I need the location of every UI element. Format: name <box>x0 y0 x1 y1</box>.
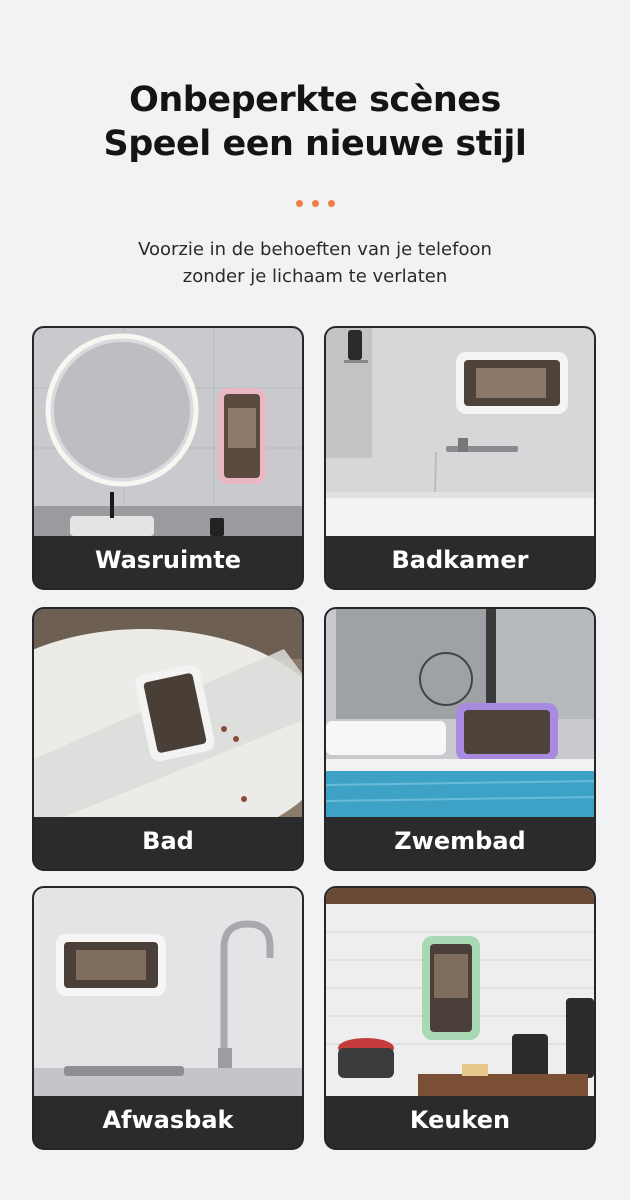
scene-card-afwasbak: Afwasbak <box>32 886 304 1150</box>
page-title: Onbeperkte scènes Speel een nieuwe stijl <box>0 78 630 166</box>
scene-photo-wasruimte <box>34 328 302 536</box>
scene-label: Zwembad <box>394 827 526 855</box>
decorative-dots <box>0 200 630 207</box>
dot-icon <box>311 200 319 207</box>
scene-photo-badkamer <box>326 328 594 536</box>
scene-photo-afwasbak <box>34 888 302 1096</box>
scene-card-wasruimte: Wasruimte <box>32 326 304 590</box>
page-subtitle: Voorzie in de behoeften van je telefoon … <box>0 236 630 290</box>
title-line-1: Onbeperkte scènes <box>129 80 501 120</box>
scene-label: Wasruimte <box>94 546 241 574</box>
scene-label: Bad <box>142 827 194 855</box>
scene-photo-zwembad <box>326 609 594 817</box>
scene-card-bad: Bad <box>32 607 304 871</box>
dot-icon <box>327 200 335 207</box>
scene-label: Keuken <box>409 1106 511 1134</box>
dot-icon <box>295 200 303 207</box>
scene-photo-keuken <box>326 888 594 1096</box>
title-line-2: Speel een nieuwe stijl <box>103 124 527 164</box>
scene-card-badkamer: Badkamer <box>324 326 596 590</box>
scene-card-keuken: Keuken <box>324 886 596 1150</box>
scene-card-zwembad: Zwembad <box>324 607 596 871</box>
subtitle-line-1: Voorzie in de behoeften van je telefoon <box>138 239 492 260</box>
scene-photo-bad <box>34 609 302 817</box>
scene-label: Afwasbak <box>102 1106 234 1134</box>
subtitle-line-2: zonder je lichaam te verlaten <box>182 266 448 287</box>
scene-label: Badkamer <box>391 546 529 574</box>
